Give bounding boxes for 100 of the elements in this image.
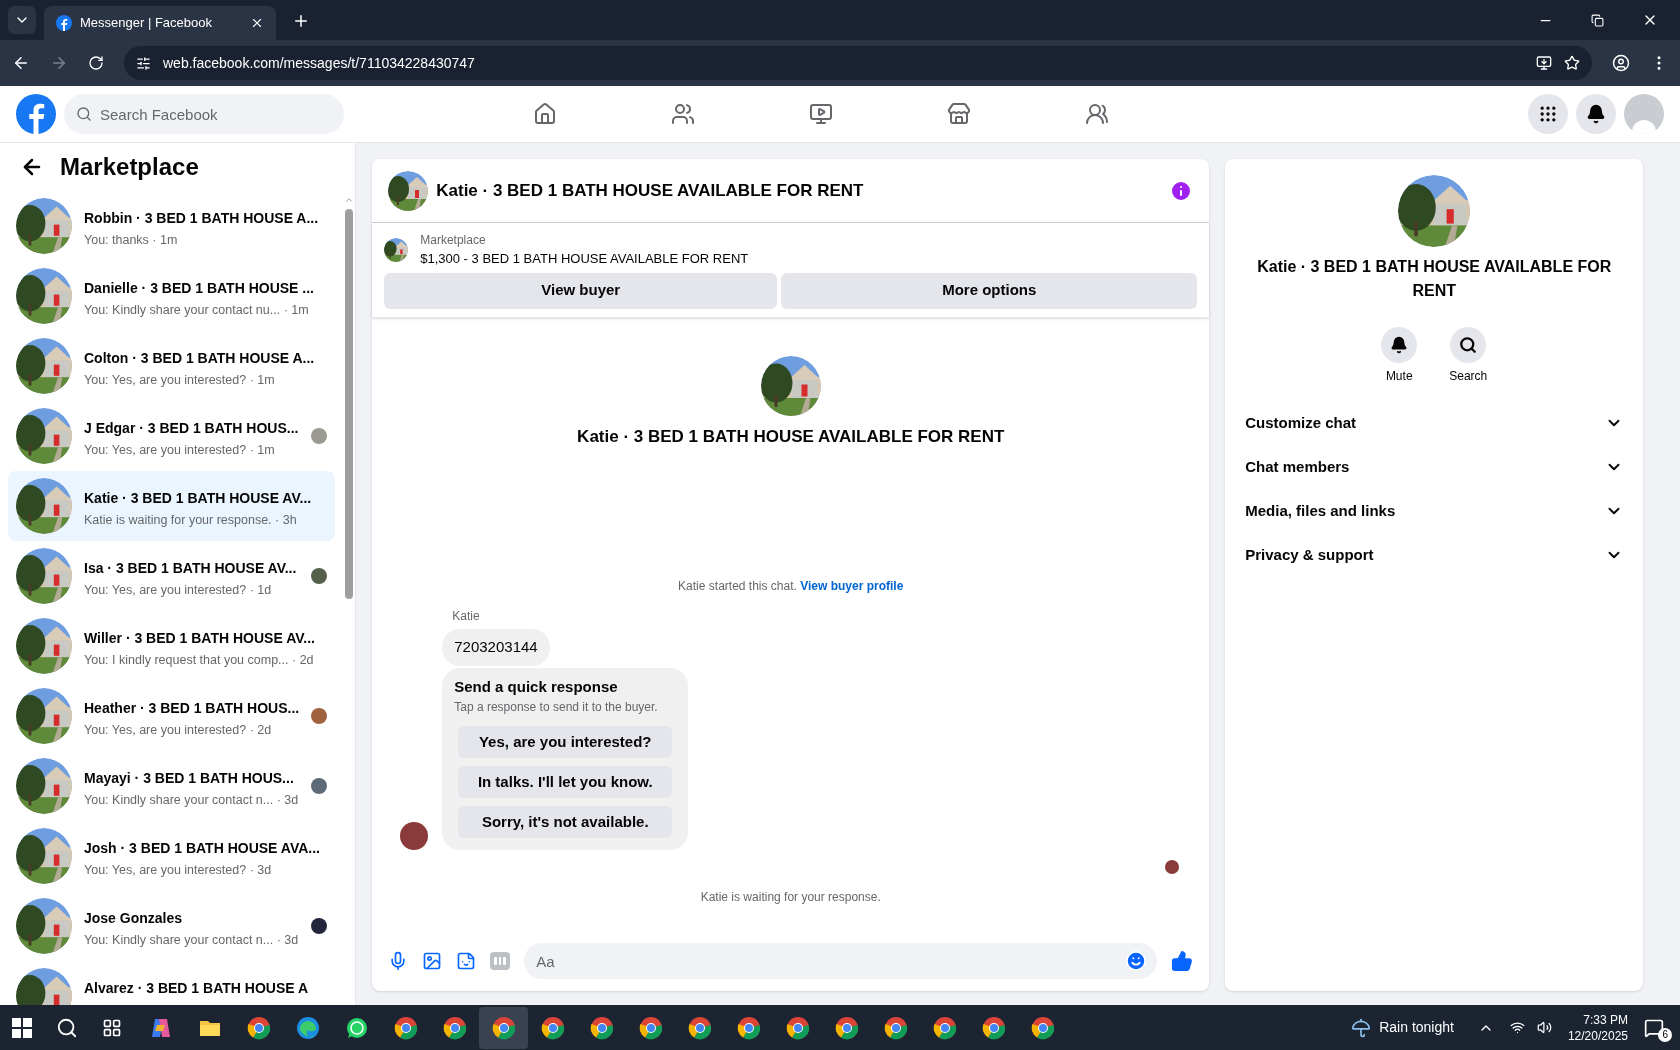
search-button[interactable] [1450, 327, 1487, 363]
conversation-name: J Edgar · 3 BED 1 BATH HOUS... [84, 419, 300, 438]
section-label[interactable]: Chat members [1245, 455, 1606, 479]
conversation-preview: You: Kindly share your contact nu... · 1m [84, 302, 310, 319]
read-receipt-avatar [1165, 860, 1180, 874]
tab-list-icon[interactable] [8, 6, 36, 34]
search-icon [76, 106, 92, 122]
section-label[interactable]: Media, files and links [1245, 499, 1606, 523]
weather-text[interactable]: Rain tonight [1379, 1017, 1454, 1038]
video-icon [809, 102, 833, 126]
like-icon[interactable] [1171, 950, 1194, 972]
message-input[interactable]: Aa [524, 943, 1158, 979]
new-tab-icon[interactable] [292, 12, 310, 30]
clock-date[interactable]: 12/20/2025 [1567, 1027, 1628, 1044]
chrome-icon [540, 1015, 565, 1040]
edge-icon [295, 1015, 320, 1040]
listing-button[interactable]: View buyer [384, 272, 778, 309]
conversation-name: Robbin · 3 BED 1 BATH HOUSE A... [84, 209, 320, 228]
details-title: Katie · 3 BED 1 BATH HOUSE AVAILABLE FOR RENT [1256, 257, 1613, 301]
chrome-icon [393, 1015, 418, 1040]
menu-button[interactable] [1528, 94, 1568, 134]
conversation-preview: You: I kindly request that you comp... · 2d [84, 652, 315, 669]
intro-title: Katie · 3 BED 1 BATH HOUSE AVAILABLE FOR RENT [577, 425, 1005, 448]
grid-icon [1538, 104, 1558, 124]
conversation-item[interactable]: Josh · 3 BED 1 BATH HOUSE AVA... You: Yes, are you interested? · 3d [8, 821, 336, 891]
quick-response-button[interactable]: Yes, are you interested? [458, 726, 673, 758]
site-info-icon[interactable] [136, 55, 151, 71]
conversation-item[interactable]: Colton · 3 BED 1 BATH HOUSE A... You: Yes, are you interested? · 1m [8, 331, 336, 401]
forward-icon[interactable] [50, 54, 68, 72]
conversation-item[interactable]: Jose Gonzales You: Kindly share your contact n... · 3d [8, 891, 336, 961]
bell-icon [1586, 104, 1606, 124]
listing-title: $1,300 - 3 BED 1 BATH HOUSE AVAILABLE FOR RENT [420, 250, 749, 268]
conversation-item[interactable]: Heather · 3 BED 1 BATH HOUS... You: Yes, are you interested? · 2d [8, 681, 336, 751]
photo-icon[interactable] [422, 951, 443, 971]
chrome-icon [785, 1015, 810, 1040]
mute-button[interactable] [1381, 327, 1418, 363]
browser-tab[interactable]: Messenger | Facebook [44, 6, 276, 40]
task-view-icon[interactable] [102, 1017, 122, 1038]
section-label[interactable]: Customize chat [1245, 411, 1606, 435]
install-icon[interactable] [1536, 55, 1552, 71]
conversation-item[interactable]: Katie · 3 BED 1 BATH HOUSE AV... Katie is waiting for your response. · 3h [8, 471, 336, 541]
volume-icon[interactable] [1536, 1020, 1552, 1035]
network-icon[interactable] [1509, 1020, 1525, 1035]
conversation-preview: You: thanks · 1m [84, 232, 179, 249]
listing-button[interactable]: More options [781, 272, 1198, 309]
taskbar-app[interactable] [479, 1006, 528, 1049]
reload-icon[interactable] [88, 55, 104, 71]
notification-center-icon[interactable] [1644, 1017, 1664, 1038]
clock-time[interactable]: 7:33 PM [1583, 1011, 1628, 1028]
chrome-icon [932, 1015, 957, 1040]
listing-label: Marketplace [420, 232, 487, 249]
section-label[interactable]: Privacy & support [1245, 543, 1606, 567]
sticker-icon[interactable] [456, 951, 477, 971]
conversation-name: Colton · 3 BED 1 BATH HOUSE A... [84, 349, 316, 368]
conversation-preview: You: Kindly share your contact n... · 3d [84, 932, 300, 949]
address-bar[interactable]: web.facebook.com/messages/t/711034228430747 [124, 46, 1592, 80]
conversation-item[interactable]: Robbin · 3 BED 1 BATH HOUSE A... You: thanks · 1m [8, 191, 336, 261]
conversation-name: Danielle · 3 BED 1 BATH HOUSE ... [84, 279, 315, 298]
sidebar-title: Marketplace [60, 152, 199, 182]
view-buyer-profile-link[interactable]: View buyer profile [800, 579, 904, 593]
back-icon[interactable] [12, 54, 30, 72]
search-icon[interactable] [56, 1016, 78, 1039]
facebook-logo-icon[interactable] [16, 94, 56, 134]
conversation-preview: You: Yes, are you interested? · 1m [84, 372, 276, 389]
weather-icon[interactable] [1351, 1017, 1372, 1038]
windows-start-icon[interactable] [12, 1017, 32, 1038]
bell-icon [1390, 336, 1409, 354]
chat-started-note: Katie started this chat. View buyer profile [678, 578, 904, 595]
chat-title: Katie · 3 BED 1 BATH HOUSE AVAILABLE FOR RENT [436, 179, 865, 202]
conversation-item[interactable]: Willer · 3 BED 1 BATH HOUSE AV... You: I kindly request that you comp... · 2d [8, 611, 336, 681]
conversation-item[interactable]: J Edgar · 3 BED 1 BATH HOUS... You: Yes, are you interested? · 1m [8, 401, 336, 471]
sender-avatar [400, 822, 429, 850]
close-tab-icon[interactable] [250, 16, 264, 30]
conversation-preview: You: Yes, are you interested? · 3d [84, 862, 273, 879]
conversation-preview: You: Yes, are you interested? · 1d [84, 582, 273, 599]
conversation-name: Willer · 3 BED 1 BATH HOUSE AV... [84, 629, 316, 648]
conversation-name: Alvarez · 3 BED 1 BATH HOUSE A [84, 979, 310, 998]
profile-icon[interactable] [1612, 54, 1630, 72]
conversation-name: Katie · 3 BED 1 BATH HOUSE AV... [84, 489, 313, 508]
conversation-item[interactable]: Mayayi · 3 BED 1 BATH HOUS... You: Kindly share your contact n... · 3d [8, 751, 336, 821]
marketplace-icon [947, 102, 971, 126]
quick-response-button[interactable]: Sorry, it's not available. [458, 806, 673, 838]
conversation-name: Mayayi · 3 BED 1 BATH HOUS... [84, 769, 295, 788]
sender-name: Katie [452, 608, 481, 625]
tab-title: Messenger | Facebook [80, 14, 213, 33]
quick-response-title: Send a quick response [454, 676, 619, 697]
conversation-item[interactable]: Isa · 3 BED 1 BATH HOUSE AV... You: Yes, are you interested? · 1d [8, 541, 336, 611]
chrome-icon [491, 1015, 516, 1040]
quick-response-button[interactable]: In talks. I'll let you know. [458, 766, 673, 798]
notifications-button[interactable] [1576, 94, 1616, 134]
conversation-name: Jose Gonzales [84, 909, 184, 928]
chrome-icon [736, 1015, 761, 1040]
conversation-item[interactable]: Danielle · 3 BED 1 BATH HOUSE ... You: Kindly share your contact nu... · 1m [8, 261, 336, 331]
bookmark-star-icon[interactable] [1564, 55, 1580, 71]
message-bubble: 7203203144 [442, 629, 550, 666]
action-label: Mute [1385, 368, 1413, 385]
restore-icon[interactable] [1591, 13, 1604, 27]
chrome-icon [442, 1015, 467, 1040]
notification-count: 6 [1658, 1027, 1672, 1042]
search-field[interactable]: Search Facebook [64, 94, 344, 134]
